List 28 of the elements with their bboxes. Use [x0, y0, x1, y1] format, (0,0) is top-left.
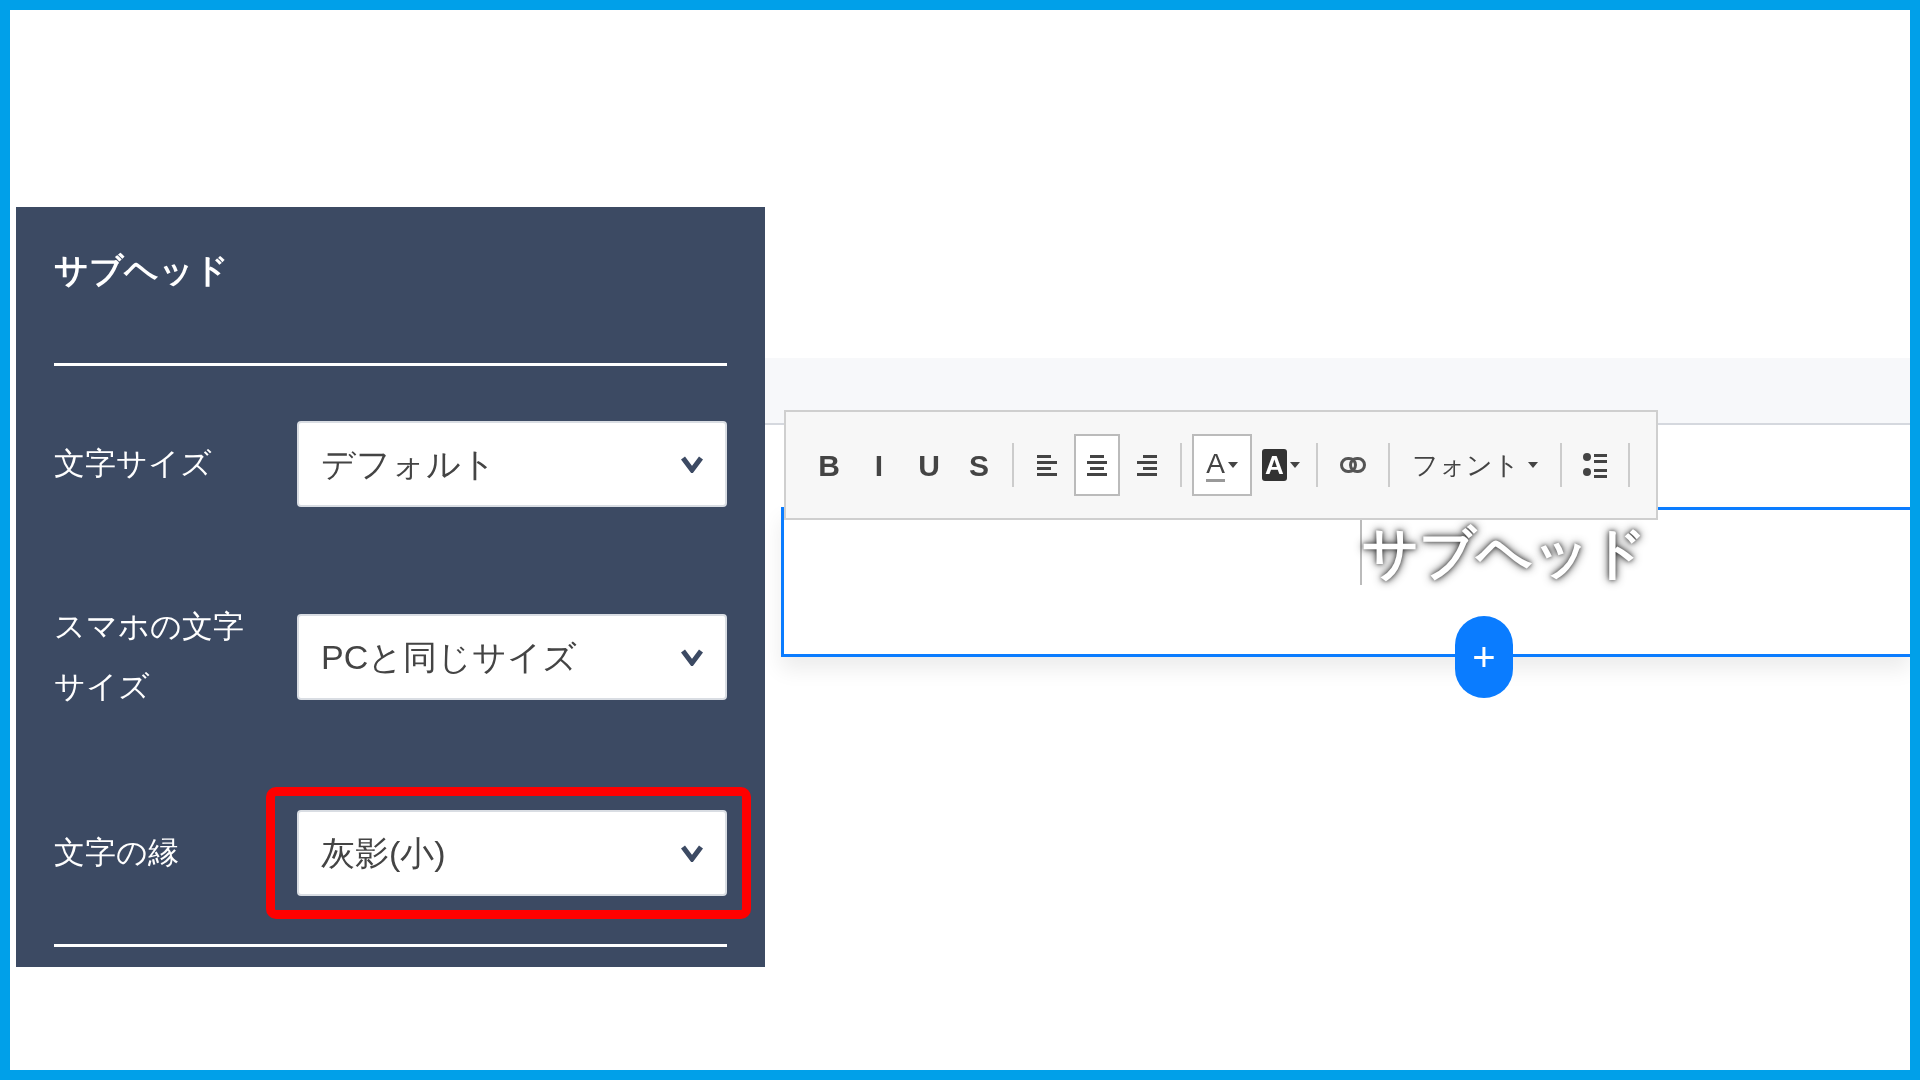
dropdown[interactable]: デフォルト	[297, 421, 727, 507]
dropdown[interactable]: 灰影(小)	[297, 810, 727, 896]
text-color-button[interactable]: A	[1192, 434, 1252, 496]
format-button[interactable]: B	[806, 434, 852, 496]
format-button[interactable]: I	[856, 434, 902, 496]
setting-label: 文字サイズ	[54, 445, 213, 483]
subhead-text: サブヘッド	[1362, 520, 1647, 586]
chevron-down-icon	[681, 844, 703, 862]
align-right-icon	[1137, 454, 1157, 476]
caret-icon	[1289, 462, 1300, 468]
highlight-button[interactable]: A	[1256, 434, 1306, 496]
chevron-down-icon	[681, 648, 703, 666]
align-button[interactable]	[1074, 434, 1120, 496]
chevron-down-icon	[681, 455, 703, 473]
align-left-icon	[1037, 454, 1057, 476]
setting-label: 文字の縁	[54, 834, 180, 872]
format-button[interactable]: U	[906, 434, 952, 496]
bullet-list-icon	[1583, 452, 1607, 478]
font-dropdown[interactable]: フォント	[1400, 434, 1550, 496]
panel-title: サブヘッド	[54, 249, 229, 291]
format-button[interactable]: S	[956, 434, 1002, 496]
setting-label: スマホの文字サイズ	[54, 608, 245, 706]
add-button[interactable]: +	[1455, 616, 1513, 698]
caret-icon	[1528, 462, 1538, 468]
caret-icon	[1227, 462, 1238, 468]
dropdown[interactable]: PCと同じサイズ	[297, 614, 727, 700]
link-icon	[1340, 457, 1366, 473]
align-center-icon	[1087, 454, 1107, 476]
